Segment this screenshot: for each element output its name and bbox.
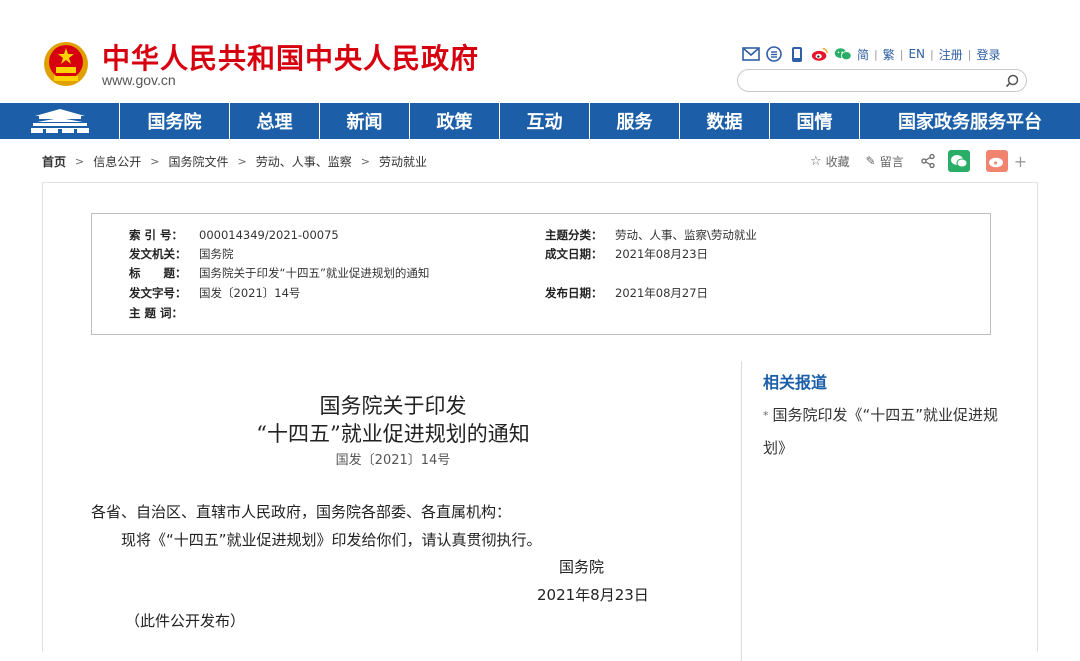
nav-item-services[interactable]: 服务 [590, 103, 680, 139]
article-title-line-2: “十四五”就业促进规划的通知 [256, 422, 530, 446]
breadcrumb-labor-personnel[interactable]: 劳动、人事、监察 [256, 153, 352, 170]
main-nav: 国务院 总理 新闻 政策 互动 服务 数据 国情 国家政务服务平台 [0, 103, 1080, 139]
wechat-share-icon[interactable] [947, 150, 970, 172]
nav-item-news[interactable]: 新闻 [320, 103, 410, 139]
site-url[interactable]: www.gov.cn [102, 72, 176, 88]
column-divider [741, 361, 742, 661]
breadcrumb-council-documents[interactable]: 国务院文件 [168, 153, 228, 170]
meta-index: 索 引 号： 000014349/2021-00075 [129, 228, 339, 242]
site-title[interactable]: 中华人民共和国中央人民政府 [102, 37, 479, 77]
chevron-right-icon: > [150, 154, 160, 168]
separator: | [874, 47, 878, 61]
mobile-icon[interactable] [788, 45, 806, 63]
article-signature: 国务院 [559, 558, 605, 576]
nav-item-interaction[interactable]: 互动 [500, 103, 590, 139]
separator: | [899, 47, 904, 61]
search-input[interactable] [737, 69, 1027, 92]
chevron-right-icon: > [360, 154, 370, 168]
breadcrumb-home[interactable]: 首页 [42, 153, 66, 170]
favorite-link[interactable]: 收藏 [826, 153, 850, 170]
chevron-right-icon: > [237, 154, 247, 168]
article-container: 索 引 号： 000014349/2021-00075 主题分类： 劳动、人事、监察… [42, 182, 1038, 661]
nav-item-premier[interactable]: 总理 [230, 103, 320, 139]
breadcrumb-info-disclosure[interactable]: 信息公开 [93, 153, 141, 170]
nav-home-button[interactable] [0, 103, 120, 139]
rss-icon[interactable] [765, 45, 783, 63]
top-tools: 简 | 繁 | EN | 注册 | 登录 [742, 44, 1001, 64]
lang-english-link[interactable]: EN [908, 47, 925, 61]
login-link[interactable]: 登录 [976, 46, 1000, 63]
bullet: * [763, 409, 769, 422]
more-share-button[interactable]: + [1014, 152, 1027, 171]
meta-issuer: 发文机关： 国务院 [129, 247, 234, 261]
lang-simplified-link[interactable]: 简 [857, 46, 869, 63]
star-icon[interactable]: ☆ [810, 154, 822, 169]
meta-doc-number: 发文字号： 国发〔2021〕14号 [129, 286, 301, 300]
related-reports-title: 相关报道 [763, 373, 828, 392]
national-emblem-icon[interactable] [42, 40, 90, 88]
meta-topic: 主题分类： 劳动、人事、监察\劳动就业 [545, 228, 757, 242]
article-date: 2021年8月23日 [537, 586, 649, 604]
related-report-item[interactable]: * 国务院印发《“十四五”就业促进规划》 [763, 399, 1003, 465]
search-icon[interactable] [1004, 73, 1020, 89]
weibo-icon[interactable] [811, 45, 829, 63]
nav-item-policy[interactable]: 政策 [410, 103, 500, 139]
article-body: 现将《“十四五”就业促进规划》印发给你们，请认真贯彻执行。 [121, 531, 542, 549]
pencil-icon[interactable]: ✎ [866, 154, 876, 168]
nav-item-data[interactable]: 数据 [680, 103, 770, 139]
nav-item-national-info[interactable]: 国情 [770, 103, 860, 139]
mail-icon[interactable] [742, 45, 760, 63]
meta-publish-date: 发布日期： 2021年08月27日 [545, 286, 709, 300]
article-note: （此件公开发布） [125, 612, 246, 630]
lang-traditional-link[interactable]: 繁 [883, 46, 895, 63]
article-title-line-1: 国务院关于印发 [319, 394, 467, 418]
comment-link[interactable]: 留言 [880, 153, 904, 170]
related-report-link[interactable]: 国务院印发《“十四五”就业促进规划》 [763, 406, 998, 457]
wechat-icon[interactable] [834, 45, 852, 63]
share-bar: ☆ 收藏 ✎ 留言 + [810, 150, 1027, 172]
share-icon[interactable] [920, 153, 936, 169]
separator: | [930, 47, 934, 61]
tiananmen-icon [30, 109, 89, 133]
document-metadata: 索 引 号： 000014349/2021-00075 主题分类： 劳动、人事、监察… [91, 213, 991, 335]
meta-written-date: 成文日期： 2021年08月23日 [545, 247, 709, 261]
meta-title: 标 题： 国务院关于印发“十四五”就业促进规划的通知 [129, 266, 430, 280]
chevron-right-icon: > [75, 154, 85, 168]
weibo-share-icon[interactable] [985, 150, 1008, 172]
site-header: 中华人民共和国中央人民政府 www.gov.cn 简 | 繁 | EN | 注册… [0, 0, 1080, 103]
register-link[interactable]: 注册 [939, 46, 963, 63]
separator: | [967, 47, 972, 61]
article-doc-number: 国发〔2021〕14号 [335, 453, 451, 468]
nav-item-state-council[interactable]: 国务院 [120, 103, 230, 139]
article-salutation: 各省、自治区、直辖市人民政府，国务院各部委、各直属机构： [91, 503, 512, 521]
breadcrumb: 首页 > 信息公开 > 国务院文件 > 劳动、人事、监察 > 劳动就业 [42, 151, 427, 171]
breadcrumb-employment[interactable]: 劳动就业 [379, 153, 427, 170]
meta-keywords: 主 题 词： [129, 306, 184, 320]
nav-item-gov-service-platform[interactable]: 国家政务服务平台 [860, 103, 1080, 139]
